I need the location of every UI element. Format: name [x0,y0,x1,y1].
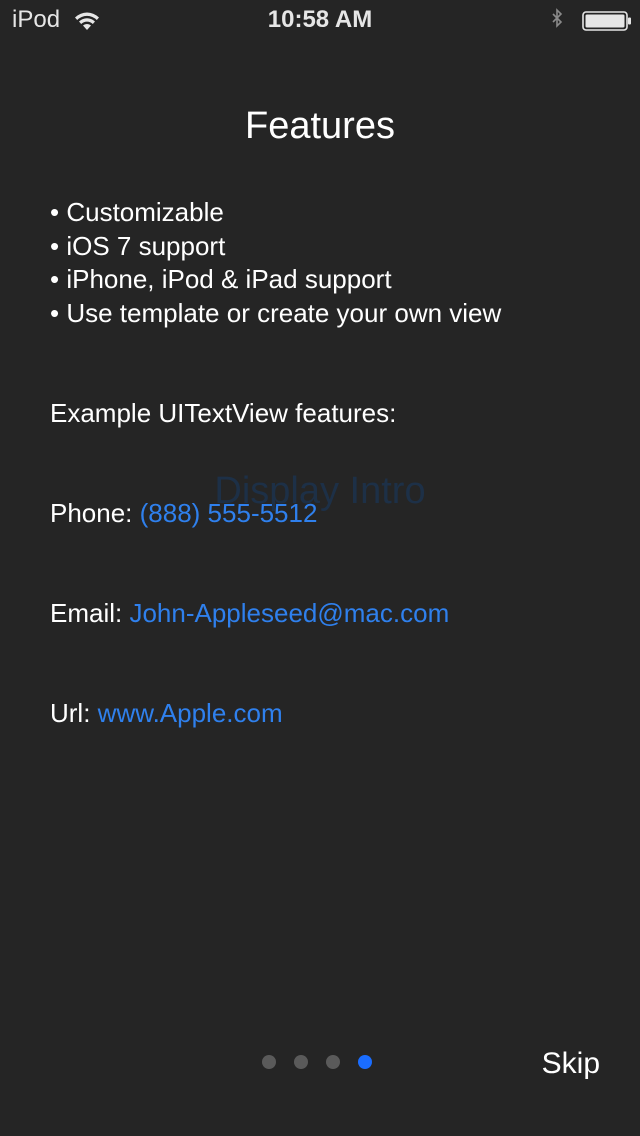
bluetooth-icon [550,8,564,32]
phone-link[interactable]: (888) 555-5512 [140,498,318,528]
page-dot-active[interactable] [358,1055,372,1069]
status-right-group [550,8,632,32]
phone-row: Phone: (888) 555-5512 [50,498,317,529]
email-label: Email: [50,598,130,628]
status-bar: iPod 10:58 AM [0,0,640,40]
url-row: Url: www.Apple.com [50,698,283,729]
feature-item: • iPhone, iPod & iPad support [50,264,392,294]
feature-item: • Customizable [50,197,224,227]
url-link[interactable]: www.Apple.com [98,698,283,728]
email-row: Email: John-Appleseed@mac.com [50,598,449,629]
feature-item: • Use template or create your own view [50,297,502,328]
skip-button[interactable]: Skip [542,1047,600,1081]
features-text-view: • Customizable • iOS 7 support • iPhone,… [50,196,610,330]
battery-icon [582,10,632,31]
page-dot[interactable] [262,1055,276,1069]
example-heading: Example UITextView features: [50,398,397,428]
url-label: Url: [50,698,98,728]
email-link[interactable]: John-Appleseed@mac.com [129,598,449,628]
feature-list: • Customizable • iOS 7 support • iPhone,… [50,196,610,330]
page-control[interactable] [262,1055,372,1069]
page-dot[interactable] [326,1055,340,1069]
feature-item: • iOS 7 support [50,230,226,261]
status-time: 10:58 AM [267,6,373,33]
page-dot[interactable] [294,1055,308,1069]
phone-label: Phone: [50,498,140,528]
page-title: Features [245,105,395,147]
